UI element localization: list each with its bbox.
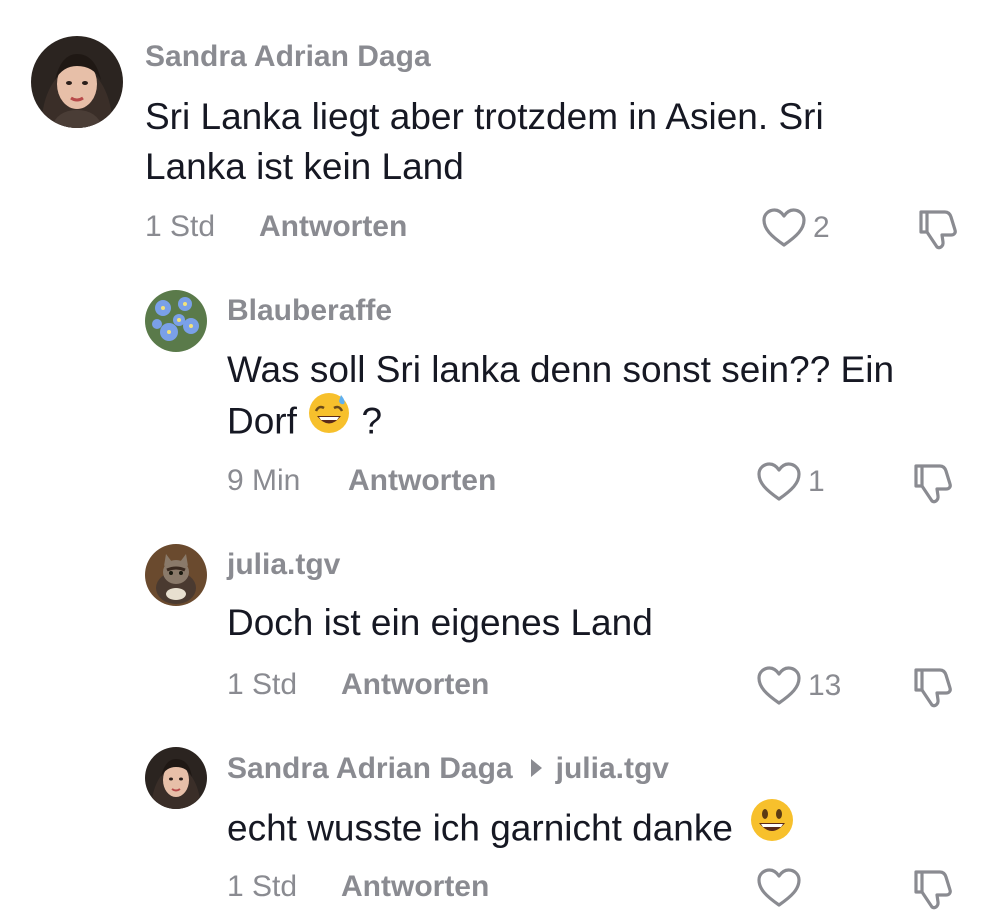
dislike-button[interactable] bbox=[910, 458, 958, 506]
timestamp: 1 Std bbox=[145, 210, 216, 243]
avatar[interactable] bbox=[145, 290, 207, 352]
like-button[interactable]: 13 bbox=[756, 662, 841, 710]
thumbs-down-icon bbox=[919, 210, 957, 250]
heart-icon bbox=[757, 666, 801, 705]
avatar[interactable] bbox=[145, 544, 207, 606]
thumbs-down-icon bbox=[914, 464, 952, 504]
comment-text-line: echt wusste ich garnicht danke bbox=[227, 799, 795, 860]
like-count: 2 bbox=[813, 211, 830, 244]
comment-text-line: Dorf ? bbox=[227, 393, 894, 452]
heart-icon bbox=[757, 462, 801, 501]
username-thread: Sandra Adrian Daga julia.tgv bbox=[227, 752, 669, 786]
timestamp: 1 Std bbox=[227, 870, 298, 903]
dislike-button[interactable] bbox=[910, 662, 958, 710]
comment-text-line: Lanka ist kein Land bbox=[145, 146, 464, 187]
like-count: 1 bbox=[808, 465, 825, 498]
username[interactable]: Blauberaffe bbox=[227, 294, 392, 328]
like-button[interactable]: 1 bbox=[756, 458, 825, 506]
reply-button[interactable]: Antworten bbox=[341, 668, 489, 702]
comment-text: echt wusste ich garnicht danke bbox=[227, 799, 795, 860]
comment: Sandra Adrian Daga Sri Lanka liegt aber … bbox=[0, 0, 1000, 270]
heart-icon bbox=[757, 868, 801, 907]
like-button[interactable]: 2 bbox=[761, 204, 830, 252]
username[interactable]: julia.tgv bbox=[227, 548, 340, 582]
like-count: 13 bbox=[808, 669, 842, 702]
comment-text-segment: ? bbox=[361, 400, 383, 442]
dislike-button[interactable] bbox=[910, 864, 958, 912]
smiling-emoji bbox=[749, 797, 795, 856]
timestamp: 1 Std bbox=[227, 668, 298, 701]
thumbs-down-icon bbox=[914, 870, 952, 910]
comment-text: Sri Lanka liegt aber trotzdem in Asien. … bbox=[145, 92, 824, 192]
reply-button[interactable]: Antworten bbox=[259, 210, 407, 244]
dislike-button[interactable] bbox=[915, 204, 963, 252]
thumbs-down-icon bbox=[914, 668, 952, 708]
comment-reply: Blauberaffe Was soll Sri lanka denn sons… bbox=[0, 270, 1000, 520]
comment-text-line: Sri Lanka liegt aber trotzdem in Asien. … bbox=[145, 96, 824, 137]
heart-icon bbox=[762, 208, 806, 247]
comment-text-line: Was soll Sri lanka denn sonst sein?? Ein bbox=[227, 349, 895, 390]
comment-text: Was soll Sri lanka denn sonst sein?? Ein… bbox=[227, 345, 894, 452]
reply-button[interactable]: Antworten bbox=[348, 464, 496, 498]
comment-reply: Sandra Adrian Daga julia.tgv echt wusste … bbox=[0, 720, 1000, 921]
grinning-sweat-emoji bbox=[307, 391, 351, 448]
comment-text: Doch ist ein eigenes Land bbox=[227, 598, 653, 648]
reply-to-username[interactable]: julia.tgv bbox=[556, 752, 669, 785]
username[interactable]: Sandra Adrian Daga bbox=[227, 752, 513, 785]
avatar[interactable] bbox=[145, 747, 207, 809]
timestamp: 9 Min bbox=[227, 464, 301, 497]
username[interactable]: Sandra Adrian Daga bbox=[145, 40, 431, 74]
like-button[interactable] bbox=[756, 864, 808, 912]
avatar[interactable] bbox=[31, 36, 123, 128]
comment-text-line: Doch ist ein eigenes Land bbox=[227, 602, 653, 643]
reply-arrow-icon bbox=[530, 759, 542, 778]
reply-button[interactable]: Antworten bbox=[341, 870, 489, 904]
comment-text-segment: echt wusste ich garnicht danke bbox=[227, 807, 733, 849]
comment-reply: julia.tgv Doch ist ein eigenes Land 1 St… bbox=[0, 520, 1000, 720]
comment-text-segment: Dorf bbox=[227, 400, 297, 442]
